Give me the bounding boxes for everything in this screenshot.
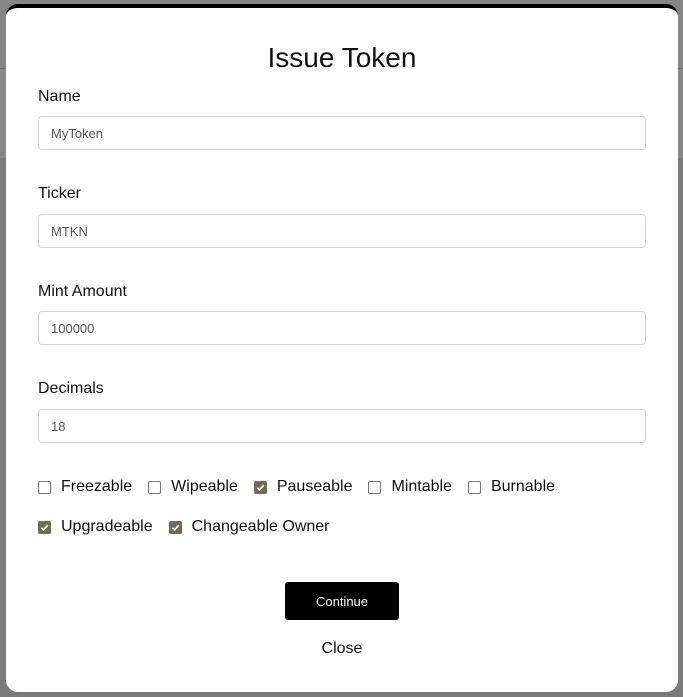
pauseable-checkbox[interactable] — [253, 480, 267, 494]
continue-button[interactable]: Continue — [285, 582, 399, 620]
upgradeable-checkbox[interactable] — [38, 520, 51, 534]
changeable-owner-option[interactable]: Changeable Owner — [168, 518, 330, 536]
mintable-label: Mintable — [391, 478, 452, 495]
ticker-input[interactable] — [38, 214, 646, 248]
issue-token-modal: Issue Token Name Ticker Mint Amount Deci… — [6, 4, 678, 692]
upgradeable-option[interactable]: Upgradeable — [38, 518, 153, 536]
freezable-checkbox[interactable] — [38, 480, 51, 494]
check-icon — [171, 524, 179, 531]
burnable-option[interactable]: Burnable — [467, 478, 556, 496]
pauseable-label: Pauseable — [276, 478, 353, 495]
mintable-checkbox[interactable] — [368, 480, 382, 494]
mint-amount-label: Mint Amount — [38, 283, 127, 300]
pauseable-option[interactable]: Pauseable — [253, 478, 353, 496]
close-button[interactable]: Close — [6, 640, 678, 658]
name-label: Name — [38, 88, 81, 105]
ticker-label: Ticker — [38, 185, 81, 202]
upgradeable-label: Upgradeable — [61, 518, 153, 535]
changeable-owner-checkbox[interactable] — [168, 520, 182, 534]
burnable-label: Burnable — [490, 478, 556, 495]
decimals-label: Decimals — [38, 380, 104, 397]
freezable-label: Freezable — [61, 478, 133, 495]
decimals-input[interactable] — [38, 409, 646, 443]
mintable-option[interactable]: Mintable — [368, 478, 452, 496]
options-row-1: Freezable Wipeable Pauseable Mintable Bu… — [38, 478, 571, 496]
name-input[interactable] — [38, 116, 646, 150]
modal-title: Issue Token — [267, 42, 417, 73]
burnable-checkbox[interactable] — [467, 480, 481, 494]
wipeable-option[interactable]: Wipeable — [148, 478, 238, 496]
wipeable-label: Wipeable — [171, 478, 238, 495]
check-icon — [40, 524, 49, 531]
changeable-owner-label: Changeable Owner — [191, 518, 330, 535]
freezable-option[interactable]: Freezable — [38, 478, 132, 496]
mint-amount-input[interactable] — [38, 311, 646, 345]
wipeable-checkbox[interactable] — [148, 480, 162, 494]
check-icon — [256, 484, 265, 491]
options-row-2: Upgradeable Changeable Owner — [38, 518, 346, 536]
